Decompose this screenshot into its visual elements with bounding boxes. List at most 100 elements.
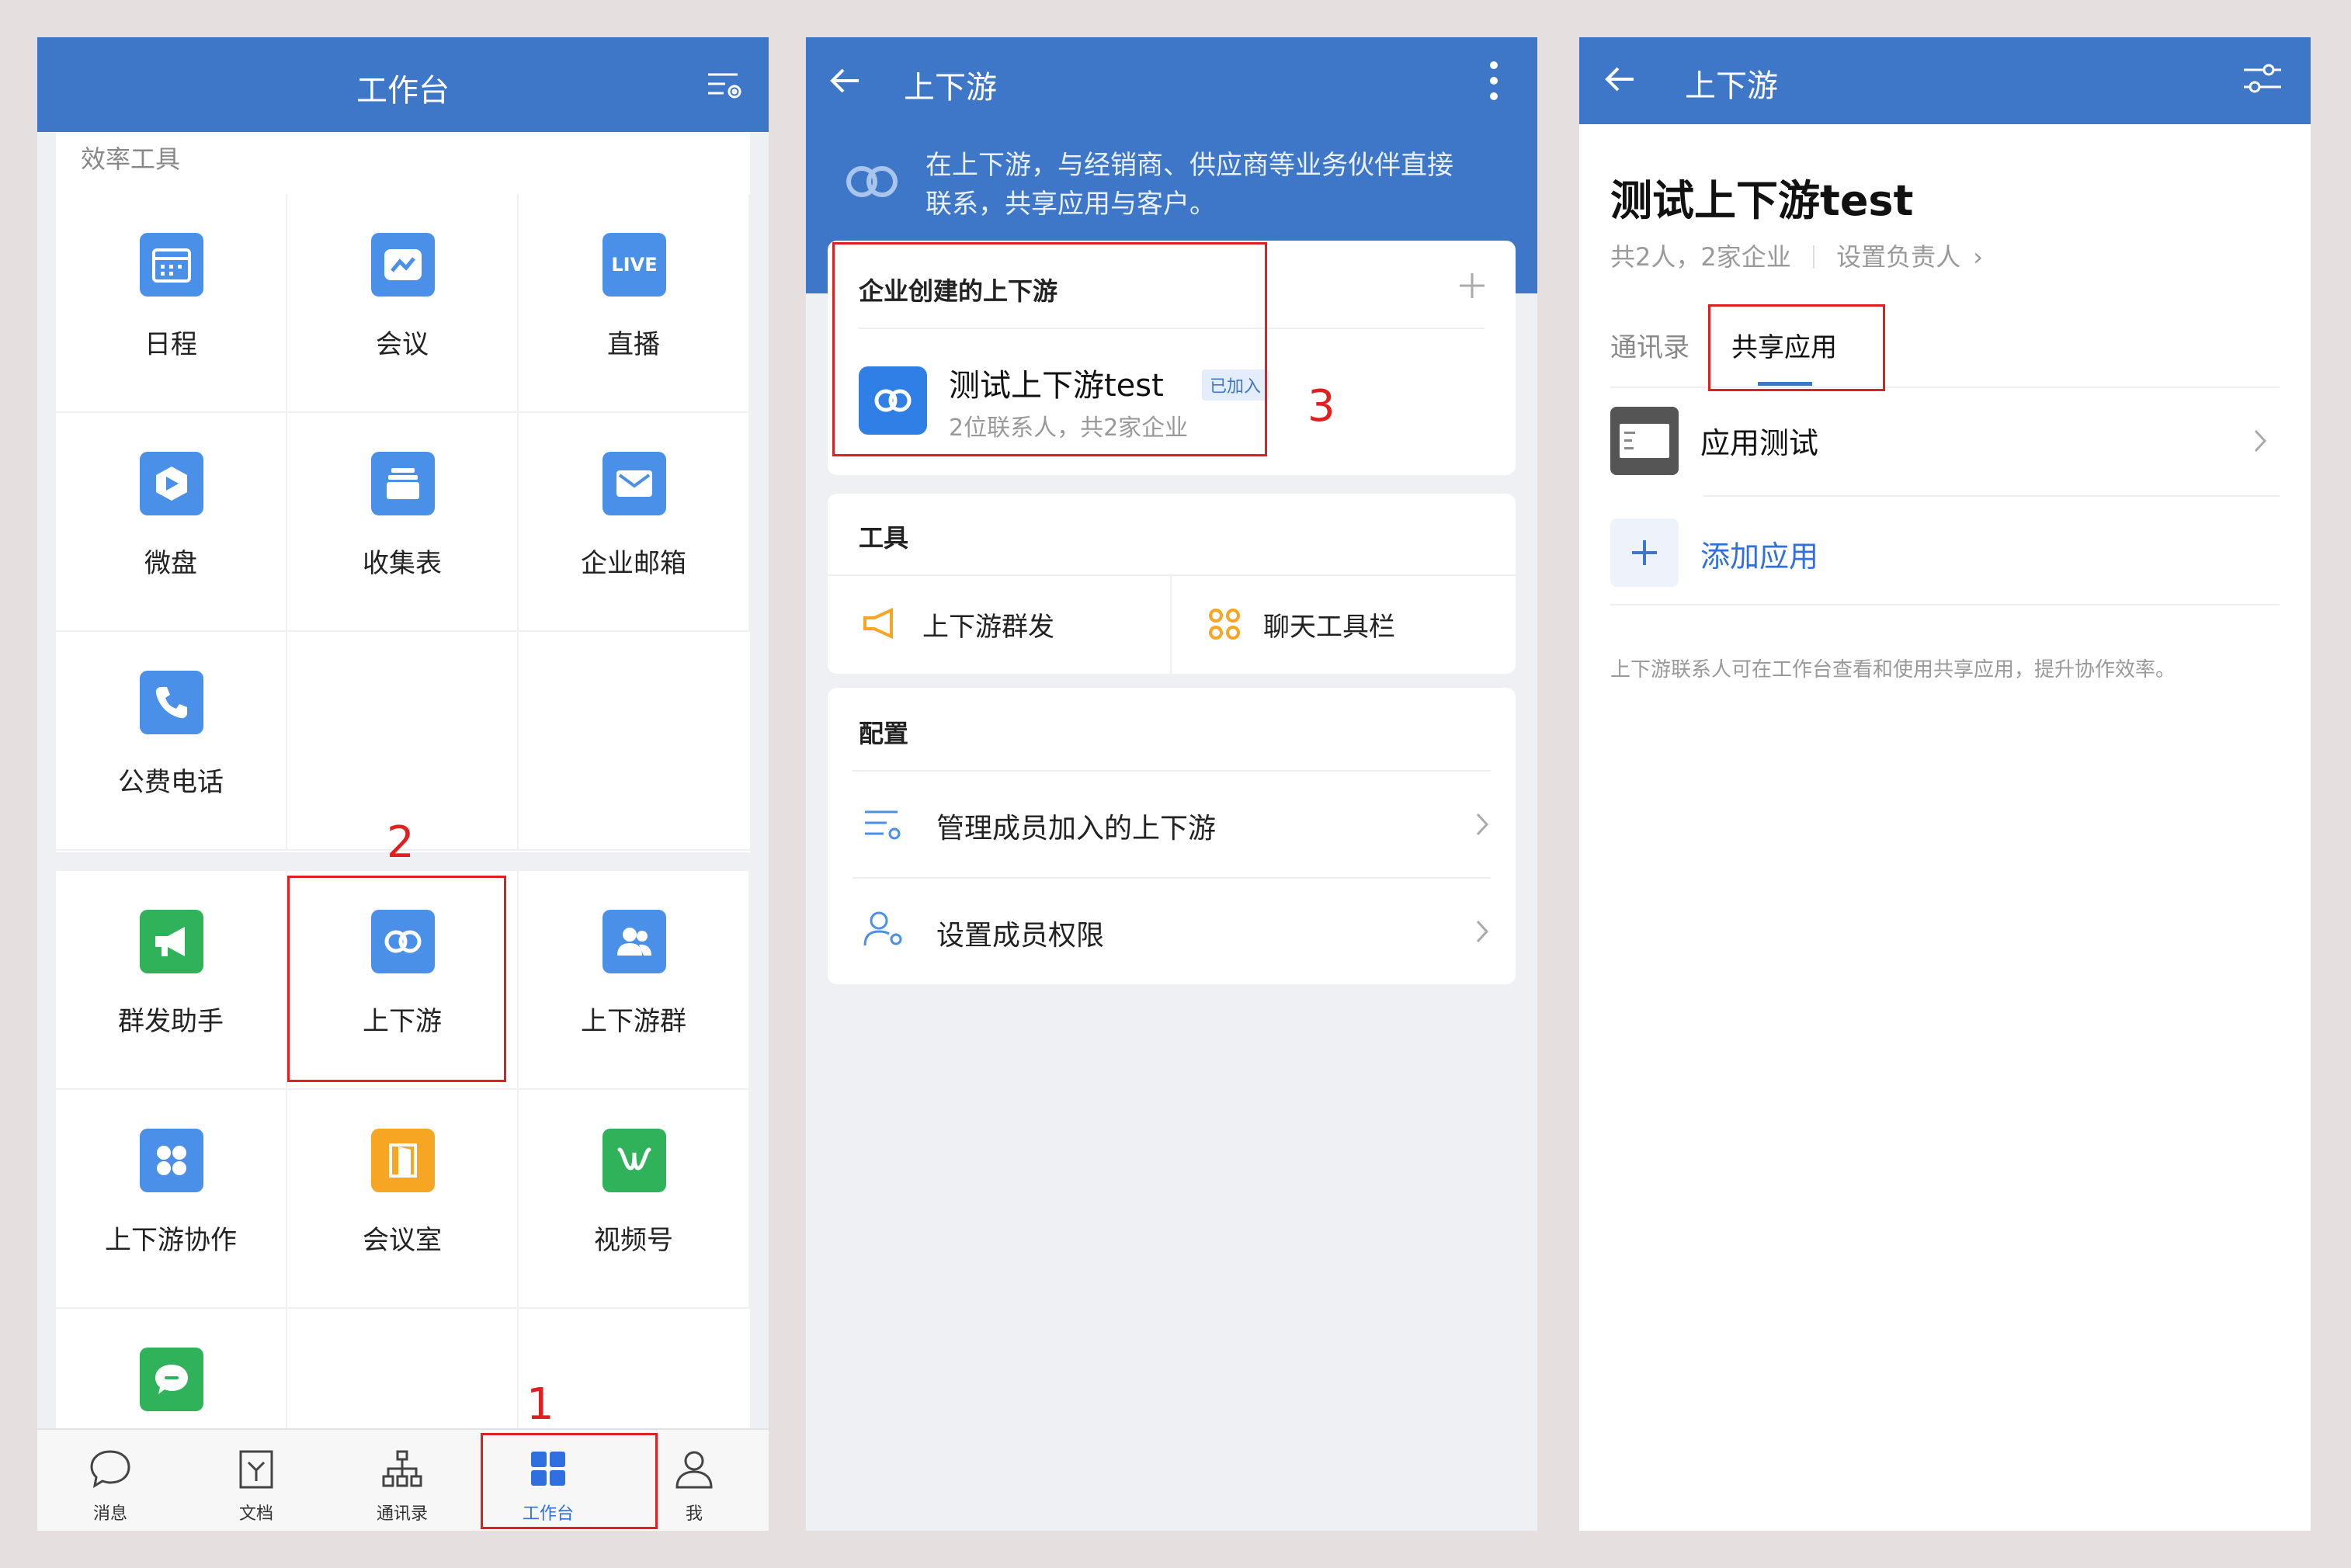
config-label: 管理成员加入的上下游 — [936, 813, 1217, 845]
app-label: 直播 — [607, 329, 660, 360]
apps-icon — [140, 1129, 203, 1192]
drive-icon — [140, 452, 203, 515]
tab-label: 消息 — [92, 1504, 127, 1524]
workbench-body: 效率工具 日程 会议 LIVE 直播 微盘 收集表 企业邮箱 公费电话 群发助手… — [37, 132, 769, 1466]
shared-app-item[interactable]: 应用测试 — [1579, 388, 2311, 495]
efficiency-tools-grid: 日程 会议 LIVE 直播 微盘 收集表 企业邮箱 公费电话 — [56, 194, 750, 852]
megaphone-icon — [863, 607, 893, 640]
back-arrow-icon[interactable] — [826, 62, 863, 99]
live-icon-text: LIVE — [611, 254, 658, 276]
highlight-upstream-app — [287, 876, 506, 1082]
workbench-header: 工作台 — [37, 37, 769, 132]
back-arrow-icon[interactable] — [1601, 61, 1638, 98]
step-marker-1: 1 — [526, 1379, 554, 1430]
live-icon: LIVE — [603, 233, 666, 297]
app-window-icon — [1610, 407, 1679, 475]
divider — [1610, 604, 2280, 605]
more-options-icon[interactable] — [1488, 59, 1500, 102]
tab-documents[interactable]: 文档 — [183, 1430, 329, 1531]
app-label: 企业邮箱 — [581, 548, 686, 579]
app-calendar[interactable]: 日程 — [56, 194, 287, 413]
config-manage-item[interactable]: 管理成员加入的上下游 — [828, 772, 1516, 877]
app-broadcast[interactable]: 群发助手 — [56, 871, 287, 1090]
app-mail[interactable]: 企业邮箱 — [519, 413, 750, 632]
highlight-org — [832, 242, 1267, 456]
app-label: 群发助手 — [118, 1006, 224, 1037]
chevron-right-icon — [1476, 920, 1489, 943]
channels-icon — [603, 1129, 666, 1192]
empty-cell — [519, 632, 750, 851]
tool-broadcast[interactable]: 上下游群发 — [828, 576, 1172, 674]
chevron-right-icon — [2254, 429, 2267, 453]
workbench-settings-icon[interactable] — [707, 70, 744, 101]
app-label: 上下游群 — [581, 1006, 686, 1037]
door-icon — [371, 1129, 435, 1192]
app-meeting[interactable]: 会议 — [287, 194, 519, 413]
org-title: 测试上下游test — [1610, 176, 1914, 225]
app-label: 会议室 — [363, 1225, 442, 1256]
set-admin-link[interactable]: 设置负责人 — [1836, 242, 1960, 272]
app-label: 微盘 — [144, 548, 197, 579]
detail-header: 上下游 — [1579, 37, 2311, 124]
mail-icon — [603, 452, 666, 515]
app-label: 上下游协作 — [105, 1225, 237, 1256]
org-summary: 共2人，2家企业 设置负责人 › — [1610, 238, 1983, 273]
app-label: 公费电话 — [118, 767, 224, 798]
upstream-detail-screen: 上下游 测试上下游test 共2人，2家企业 设置负责人 › 通讯录 共享应用 … — [1579, 37, 2311, 1531]
add-app-item[interactable]: 添加应用 — [1579, 497, 2311, 607]
contacts-icon — [382, 1450, 422, 1487]
upstream-intro: 在上下游，与经销商、供应商等业务伙伴直接 联系，共享应用与客户。 — [925, 146, 1516, 224]
app-live[interactable]: LIVE 直播 — [519, 194, 750, 413]
app-name: 应用测试 — [1700, 426, 1819, 460]
calendar-icon — [140, 233, 203, 297]
app-label: 视频号 — [594, 1225, 673, 1256]
tool-label: 上下游群发 — [922, 612, 1054, 643]
chevron-right-icon: › — [1973, 242, 1984, 272]
card-header: 配置 — [859, 719, 909, 748]
phone-icon — [140, 671, 203, 734]
app-label: 日程 — [144, 329, 197, 360]
tool-label: 聊天工具栏 — [1263, 612, 1395, 643]
config-label: 设置成员权限 — [936, 920, 1105, 952]
workbench-screen: 工作台 效率工具 日程 会议 LIVE 直播 微盘 收集表 企业邮箱 公费电话 … — [37, 37, 769, 1531]
app-label: 收集表 — [363, 548, 442, 579]
tool-chatbar[interactable]: 聊天工具栏 — [1173, 576, 1516, 674]
message-icon — [90, 1450, 130, 1488]
profile-icon — [675, 1451, 713, 1489]
highlight-shared-apps — [1708, 304, 1885, 391]
tools-card: 工具 上下游群发 聊天工具栏 — [828, 494, 1516, 674]
step-marker-3: 3 — [1307, 381, 1335, 432]
app-collect-form[interactable]: 收集表 — [287, 413, 519, 632]
collect-form-icon — [371, 452, 435, 515]
app-channels[interactable]: 视频号 — [519, 1090, 750, 1309]
section-label: 效率工具 — [56, 132, 750, 194]
add-icon[interactable] — [1458, 272, 1486, 300]
broadcast-icon — [140, 910, 203, 973]
app-upstream-group[interactable]: 上下游群 — [519, 871, 750, 1090]
step-marker-2: 2 — [387, 817, 415, 868]
config-permission-item[interactable]: 设置成员权限 — [828, 879, 1516, 984]
tab-label: 通讯录 — [376, 1504, 428, 1524]
plus-icon — [1610, 519, 1679, 587]
config-card: 配置 管理成员加入的上下游 设置成员权限 — [828, 688, 1516, 984]
tab-messages[interactable]: 消息 — [37, 1430, 183, 1531]
page-title: 上下游 — [904, 70, 997, 106]
settings-sliders-icon[interactable] — [2242, 62, 2283, 96]
meeting-icon — [371, 233, 435, 297]
toolbar-icon — [1209, 609, 1240, 640]
separator — [1812, 245, 1814, 269]
app-meeting-room[interactable]: 会议室 — [287, 1090, 519, 1309]
group-icon — [603, 910, 666, 973]
upstream-link-icon — [846, 166, 898, 197]
document-icon — [239, 1450, 273, 1489]
app-upstream-collab[interactable]: 上下游协作 — [56, 1090, 287, 1309]
app-drive[interactable]: 微盘 — [56, 413, 287, 632]
intro-line-1: 在上下游，与经销商、供应商等业务伙伴直接 — [925, 150, 1453, 181]
app-phone[interactable]: 公费电话 — [56, 632, 287, 851]
upstream-screen: 上下游 在上下游，与经销商、供应商等业务伙伴直接 联系，共享应用与客户。 企业创… — [806, 37, 1537, 1531]
card-header: 工具 — [859, 523, 909, 553]
page-title: 工作台 — [356, 73, 450, 109]
tab-contacts[interactable]: 通讯录 — [1610, 326, 1689, 364]
tab-contacts[interactable]: 通讯录 — [329, 1430, 475, 1531]
chat-bubble-icon — [140, 1348, 203, 1411]
